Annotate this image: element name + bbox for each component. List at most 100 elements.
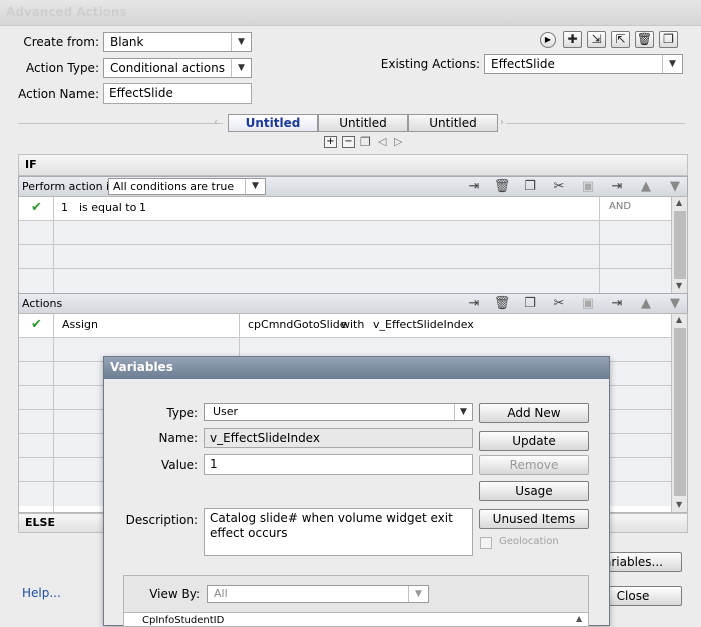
actions-toolbar: Actions ⇥ 🗑 ❐ ✂ ▣ ⇥ ▲ ▼ bbox=[18, 293, 688, 314]
action-name-input[interactable]: EffectSlide bbox=[103, 83, 252, 104]
chevron-left-icon: ‹ bbox=[214, 117, 218, 128]
condition-row[interactable] bbox=[19, 269, 671, 293]
paste-icon[interactable]: ▣ bbox=[579, 179, 597, 194]
paste-icon[interactable]: ▣ bbox=[579, 296, 597, 311]
checkmark-icon: ✔ bbox=[31, 200, 42, 215]
existing-actions-select[interactable]: EffectSlide ▼ bbox=[484, 54, 683, 74]
action-source: v_EffectSlideIndex bbox=[373, 318, 474, 331]
update-button[interactable]: Update bbox=[479, 431, 589, 451]
actions-scrollbar[interactable]: ▲ ▼ bbox=[671, 314, 687, 512]
description-textarea[interactable]: Catalog slide# when volume widget exit e… bbox=[204, 508, 473, 556]
copy-row-icon[interactable]: ❐ bbox=[521, 296, 539, 311]
preview-play-icon[interactable]: ▶ bbox=[540, 32, 556, 48]
name-label: Name: bbox=[158, 431, 198, 445]
move-left-icon[interactable]: ◁ bbox=[378, 135, 386, 148]
usage-button[interactable]: Usage bbox=[479, 481, 589, 501]
insert-below-icon[interactable]: ⇥ bbox=[608, 296, 626, 311]
action-command: Assign bbox=[62, 318, 98, 331]
existing-actions-label: Existing Actions: bbox=[380, 57, 480, 71]
export-icon[interactable]: ⇱ bbox=[611, 31, 630, 48]
scroll-down-icon[interactable]: ▼ bbox=[676, 281, 682, 290]
checkmark-icon: ✔ bbox=[31, 317, 42, 332]
tab-decision-2[interactable]: Untitled bbox=[318, 114, 408, 132]
add-decision-icon[interactable]: + bbox=[324, 136, 337, 148]
action-type-select[interactable]: Conditional actions ▼ bbox=[103, 58, 252, 78]
delete-row-icon[interactable]: 🗑 bbox=[493, 179, 511, 194]
cut-icon[interactable]: ✂ bbox=[550, 179, 568, 194]
create-from-value: Blank bbox=[110, 35, 144, 49]
action-target: cpCmndGotoSlide bbox=[248, 318, 347, 331]
geolocation-label: Geolocation bbox=[499, 536, 559, 547]
duplicate-icon[interactable]: ❐ bbox=[659, 31, 678, 48]
chevron-down-icon: ▼ bbox=[662, 55, 682, 73]
if-title: IF bbox=[25, 158, 37, 171]
condition-row[interactable] bbox=[19, 245, 671, 269]
chevron-down-icon: ▼ bbox=[231, 59, 251, 77]
action-row[interactable]: ✔ Assign cpCmndGotoSlide with v_EffectSl… bbox=[19, 314, 671, 338]
action-with: with bbox=[341, 318, 365, 331]
insert-row-icon[interactable]: ⇥ bbox=[465, 179, 483, 194]
variables-dialog: Variables Type: User ▼ Name: v_EffectSli… bbox=[103, 356, 610, 627]
type-label: Type: bbox=[166, 406, 198, 420]
conditions-scrollbar[interactable]: ▲ ▼ bbox=[671, 197, 687, 293]
divider bbox=[506, 123, 685, 124]
type-value: User bbox=[213, 405, 239, 418]
divider bbox=[599, 197, 600, 293]
condition-operator: is equal to bbox=[79, 201, 137, 214]
else-title: ELSE bbox=[25, 516, 55, 529]
divider bbox=[18, 123, 223, 124]
condition-toolbar: Perform action if: All conditions are tr… bbox=[18, 176, 688, 197]
copy-row-icon[interactable]: ❐ bbox=[521, 179, 539, 194]
description-label: Description: bbox=[125, 513, 198, 527]
add-action-icon[interactable]: ✚ bbox=[563, 31, 582, 48]
scroll-thumb[interactable] bbox=[674, 211, 686, 279]
variables-list[interactable]: CpInfoStudentID ▲ bbox=[124, 612, 588, 626]
scroll-down-icon[interactable]: ▼ bbox=[676, 500, 682, 509]
move-down-icon[interactable]: ▼ bbox=[666, 296, 684, 311]
chevron-right-icon: › bbox=[500, 117, 504, 128]
geolocation-checkbox[interactable] bbox=[480, 537, 492, 549]
move-up-icon[interactable]: ▲ bbox=[637, 296, 655, 311]
perform-condition-select[interactable]: All conditions are true ▼ bbox=[108, 178, 266, 195]
chevron-down-icon: ▼ bbox=[231, 33, 251, 51]
move-down-icon[interactable]: ▼ bbox=[666, 179, 684, 194]
list-item[interactable]: CpInfoStudentID bbox=[142, 615, 224, 626]
name-input[interactable]: v_EffectSlideIndex bbox=[204, 428, 473, 448]
scroll-up-icon[interactable]: ▲ bbox=[676, 198, 682, 207]
chevron-down-icon: ▼ bbox=[454, 404, 472, 420]
move-right-icon[interactable]: ▷ bbox=[394, 135, 402, 148]
delete-icon[interactable]: 🗑 bbox=[635, 31, 654, 48]
condition-row[interactable] bbox=[19, 221, 671, 245]
import-icon[interactable]: ⇲ bbox=[587, 31, 606, 48]
remove-button[interactable]: Remove bbox=[479, 455, 589, 475]
scroll-up-icon[interactable]: ▲ bbox=[676, 315, 682, 324]
tab-decision-1[interactable]: Untitled bbox=[228, 114, 318, 132]
delete-row-icon[interactable]: 🗑 bbox=[493, 296, 511, 311]
value-label: Value: bbox=[161, 458, 198, 472]
type-select[interactable]: User ▼ bbox=[204, 403, 473, 421]
conditions-grid: ✔ 1 is equal to 1 AND ▲ ▼ bbox=[18, 196, 688, 294]
cut-icon[interactable]: ✂ bbox=[550, 296, 568, 311]
perform-label: Perform action if: bbox=[22, 180, 117, 193]
insert-below-icon[interactable]: ⇥ bbox=[608, 179, 626, 194]
window-title: Advanced Actions bbox=[6, 5, 127, 19]
help-link[interactable]: Help... bbox=[22, 586, 61, 600]
tab-decision-3[interactable]: Untitled bbox=[408, 114, 498, 132]
copy-decision-icon[interactable]: ❐ bbox=[360, 135, 371, 149]
view-by-select[interactable]: All ▼ bbox=[207, 585, 429, 603]
remove-decision-icon[interactable]: − bbox=[342, 136, 355, 148]
condition-row[interactable]: ✔ 1 is equal to 1 AND bbox=[19, 197, 671, 221]
divider bbox=[53, 197, 54, 293]
action-name-label: Action Name: bbox=[18, 87, 99, 101]
add-new-button[interactable]: Add New bbox=[479, 403, 589, 423]
window-titlebar: Advanced Actions bbox=[0, 0, 701, 26]
divider bbox=[53, 314, 54, 512]
value-input[interactable]: 1 bbox=[204, 454, 473, 475]
scroll-thumb[interactable] bbox=[674, 328, 686, 496]
move-up-icon[interactable]: ▲ bbox=[637, 179, 655, 194]
existing-actions-value: EffectSlide bbox=[491, 57, 555, 71]
insert-row-icon[interactable]: ⇥ bbox=[465, 296, 483, 311]
chevron-down-icon: ▼ bbox=[245, 179, 265, 194]
create-from-select[interactable]: Blank ▼ bbox=[103, 32, 252, 52]
unused-items-button[interactable]: Unused Items bbox=[479, 509, 589, 529]
